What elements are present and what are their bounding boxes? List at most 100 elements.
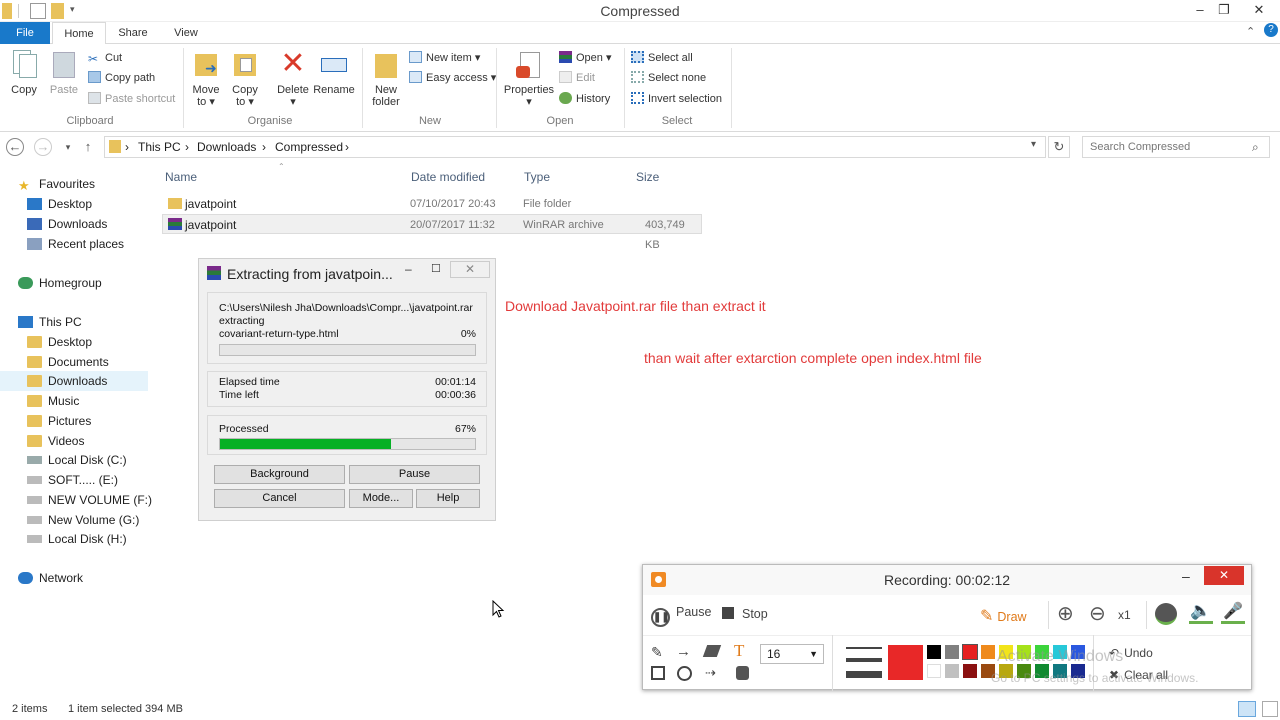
breadcrumb-this-pc[interactable]: This PC <box>138 137 181 157</box>
nav-new-volume-f[interactable]: NEW VOLUME (F:) <box>0 490 152 510</box>
nav-downloads[interactable]: Downloads <box>0 214 148 234</box>
draw-button[interactable]: ✎ Draw <box>980 606 1027 626</box>
ellipse-tool-icon[interactable] <box>677 666 692 681</box>
tab-file[interactable]: File <box>0 22 50 44</box>
copy-to-button[interactable]: Copy to ▾ <box>229 48 261 108</box>
zoom-out-icon[interactable]: ⊖ <box>1089 601 1106 626</box>
nav-pc-desktop[interactable]: Desktop <box>0 332 148 352</box>
open-button[interactable]: Open ▾ <box>559 49 612 67</box>
select-all-button[interactable]: Select all <box>631 49 693 67</box>
table-row[interactable]: javatpoint 20/07/2017 11:32 WinRAR archi… <box>162 214 702 251</box>
breadcrumb-compressed[interactable]: Compressed <box>275 137 343 157</box>
stop-recording-button[interactable]: Stop <box>722 607 768 621</box>
refresh-icon[interactable]: ↻ <box>1048 136 1070 158</box>
nav-recent-places[interactable]: Recent places <box>0 234 148 254</box>
details-view-icon[interactable] <box>1238 701 1256 717</box>
new-item-button[interactable]: New item ▾ <box>409 49 480 67</box>
properties-button[interactable]: Properties ▾ <box>503 48 555 108</box>
rename-button[interactable]: Rename <box>313 48 355 96</box>
dialog-minimize-button[interactable]: – <box>405 262 412 276</box>
recent-locations-icon[interactable]: ▾ <box>58 137 78 157</box>
zoom-in-icon[interactable]: ⊕ <box>1057 601 1074 626</box>
cancel-button[interactable]: Cancel <box>214 489 345 508</box>
address-dropdown-icon[interactable]: ▾ <box>1031 139 1036 150</box>
move-to-button[interactable]: ➜ Move to ▾ <box>190 48 222 108</box>
color-swatch[interactable] <box>945 645 959 659</box>
nav-local-h[interactable]: Local Disk (H:) <box>0 529 148 549</box>
tab-home[interactable]: Home <box>52 22 106 45</box>
forward-icon[interactable]: → <box>34 138 52 156</box>
select-none-button[interactable]: Select none <box>631 69 706 87</box>
nav-desktop[interactable]: Desktop <box>0 194 148 214</box>
nav-local-c[interactable]: Local Disk (C:) <box>0 450 148 470</box>
paste-shortcut-button[interactable]: Paste shortcut <box>88 90 175 108</box>
arrow-tool-icon[interactable]: → <box>676 643 691 660</box>
back-icon[interactable]: ← <box>6 138 24 156</box>
help-button[interactable]: Help <box>416 489 480 508</box>
nav-soft-e[interactable]: SOFT..... (E:) <box>0 470 148 490</box>
microphone-icon[interactable]: 🎤 <box>1221 601 1245 624</box>
font-size-select[interactable]: 16 ▼ <box>760 644 824 664</box>
help-icon[interactable]: ? <box>1264 23 1278 37</box>
copy-button[interactable]: Copy <box>6 48 42 96</box>
recorder-minimize-button[interactable]: – <box>1182 568 1190 584</box>
up-icon[interactable]: ↑ <box>78 137 98 157</box>
easy-access-button[interactable]: Easy access ▾ <box>409 69 496 87</box>
breadcrumb-downloads[interactable]: Downloads <box>197 137 256 157</box>
nav-pictures[interactable]: Pictures <box>0 411 148 431</box>
line-width-thick[interactable] <box>846 671 882 678</box>
line-width-medium[interactable] <box>846 658 882 662</box>
nav-this-pc[interactable]: This PC <box>0 312 148 332</box>
dialog-maximize-button[interactable]: ☐ <box>431 262 441 275</box>
nav-homegroup[interactable]: Homegroup <box>0 273 148 293</box>
copy-path-button[interactable]: Copy path <box>88 69 155 87</box>
recorder-close-button[interactable]: ✕ <box>1204 566 1244 585</box>
nav-favourites[interactable]: ★ Favourites <box>0 174 148 194</box>
edit-button[interactable]: Edit <box>559 69 595 87</box>
speaker-icon[interactable]: 🔈 <box>1189 601 1213 624</box>
background-button[interactable]: Background <box>214 465 345 484</box>
nav-documents[interactable]: Documents <box>0 352 148 372</box>
column-size[interactable]: Size <box>636 170 659 184</box>
tab-share[interactable]: Share <box>110 22 156 44</box>
tab-view[interactable]: View <box>160 22 212 44</box>
color-swatch[interactable] <box>927 645 941 659</box>
webcam-icon[interactable] <box>1155 603 1177 625</box>
column-type[interactable]: Type <box>524 170 550 184</box>
nav-pc-downloads[interactable]: Downloads <box>0 371 148 391</box>
color-swatch[interactable] <box>927 664 941 678</box>
nav-new-volume-g[interactable]: New Volume (G:) <box>0 510 148 530</box>
search-input[interactable]: Search Compressed <box>1082 136 1270 158</box>
pen-tool-icon[interactable]: ✎ <box>651 644 663 661</box>
rectangle-tool-icon[interactable] <box>651 666 665 680</box>
nav-music[interactable]: Music <box>0 391 148 411</box>
line-width-thin[interactable] <box>846 647 882 649</box>
address-bar[interactable]: › This PC › Downloads › Compressed › ▾ <box>104 136 1046 158</box>
color-swatch[interactable] <box>962 644 978 660</box>
nav-videos[interactable]: Videos <box>0 431 148 451</box>
cut-button[interactable]: ✂ Cut <box>88 49 122 67</box>
paste-button[interactable]: Paste <box>46 48 82 96</box>
text-tool-icon[interactable]: T <box>734 641 744 661</box>
delete-button[interactable]: ✕ Delete ▾ <box>274 48 312 109</box>
restore-button[interactable]: ❐ <box>1209 0 1239 20</box>
color-swatch[interactable] <box>945 664 959 678</box>
large-icons-view-icon[interactable] <box>1262 701 1278 717</box>
column-name[interactable]: Name <box>165 170 197 184</box>
mode-button[interactable]: Mode... <box>349 489 413 508</box>
highlight-tool-icon[interactable] <box>736 666 749 680</box>
table-row[interactable]: javatpoint 07/10/2017 20:43 File folder <box>162 194 702 214</box>
pause-button[interactable]: Pause <box>349 465 480 484</box>
eraser-tool-icon[interactable] <box>702 645 722 657</box>
color-swatch[interactable] <box>963 664 977 678</box>
new-folder-button[interactable]: New folder <box>368 48 404 108</box>
close-button[interactable]: ✕ <box>1238 0 1280 20</box>
selected-color-swatch[interactable] <box>888 645 923 680</box>
color-swatch[interactable] <box>981 645 995 659</box>
nav-network[interactable]: Network <box>0 568 148 588</box>
move-tool-icon[interactable]: ⇢ <box>705 665 716 681</box>
pause-recording-button[interactable]: ❚❚ Pause <box>651 605 711 627</box>
dialog-close-button[interactable]: ✕ <box>450 261 490 278</box>
invert-selection-button[interactable]: Invert selection <box>631 90 722 108</box>
history-button[interactable]: History <box>559 90 610 108</box>
